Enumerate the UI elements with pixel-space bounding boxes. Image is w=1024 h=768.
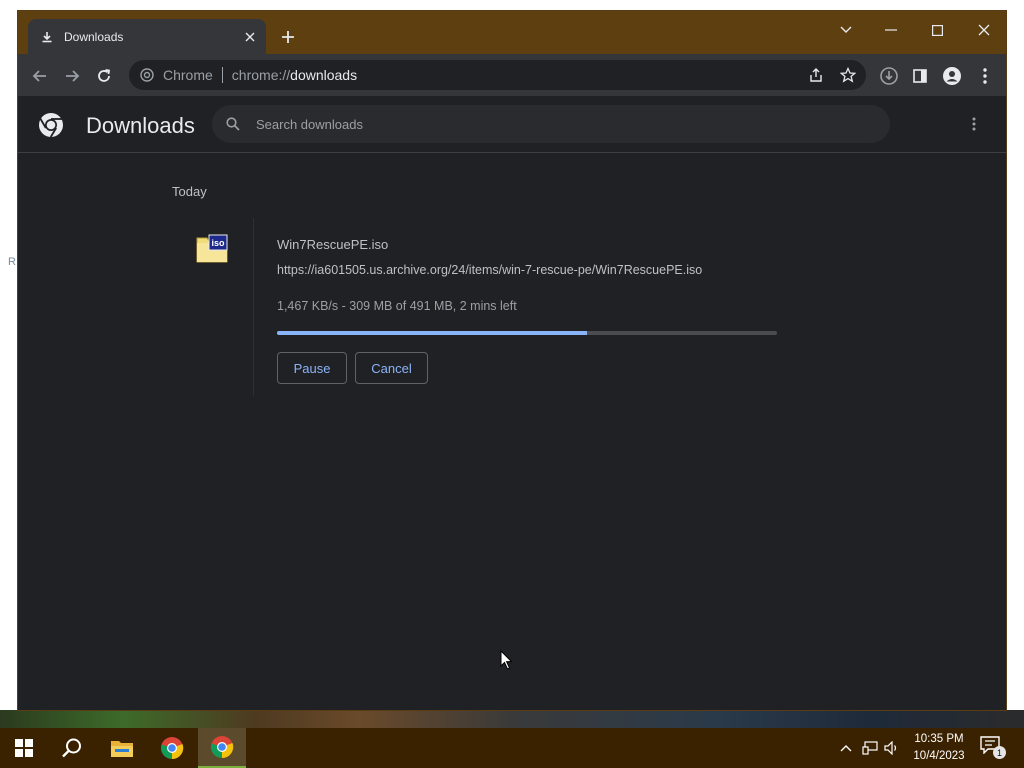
tray-overflow-chevron-icon[interactable] <box>836 738 856 758</box>
side-panel-icon[interactable] <box>908 64 932 88</box>
minimize-icon[interactable] <box>876 16 906 44</box>
page-title: Downloads <box>86 113 195 138</box>
chrome-logo-icon <box>39 113 63 138</box>
chrome-taskbar-icon[interactable] <box>148 728 196 768</box>
download-source-url[interactable]: https://ia601505.us.archive.org/24/items… <box>277 263 702 277</box>
address-bar[interactable]: Chrome chrome:// downloads <box>129 60 866 90</box>
download-icon <box>40 30 54 44</box>
iso-file-icon[interactable]: iso <box>196 234 230 264</box>
page-more-actions-icon[interactable] <box>964 114 984 134</box>
chrome-chip-icon <box>139 67 155 83</box>
search-bar[interactable] <box>212 105 890 143</box>
omnibox-separator <box>221 67 223 83</box>
downloads-toolbar-icon[interactable] <box>877 64 901 88</box>
chrome-taskbar-active-icon[interactable] <box>198 728 246 768</box>
tab-search-chevron-icon[interactable] <box>831 16 861 44</box>
browser-window: Downloads Chrome chrome:// downloads Dow… <box>17 10 1007 711</box>
back-arrow-icon[interactable] <box>28 64 52 88</box>
url-host: downloads <box>290 67 358 83</box>
reload-icon[interactable] <box>92 64 116 88</box>
file-explorer-icon[interactable] <box>98 728 146 768</box>
downloads-header: Downloads <box>18 96 1006 153</box>
omnibox-chip-label: Chrome <box>163 67 213 83</box>
profile-avatar-icon[interactable] <box>940 64 964 88</box>
tab-close-icon[interactable] <box>240 27 260 47</box>
share-icon[interactable] <box>806 65 826 85</box>
cancel-button[interactable]: Cancel <box>355 352 428 384</box>
taskbar-search-icon[interactable] <box>48 728 96 768</box>
notification-count-badge: 1 <box>993 746 1006 759</box>
tab-title: Downloads <box>64 29 124 44</box>
windows-start-icon[interactable] <box>0 728 48 768</box>
close-window-icon[interactable] <box>969 16 999 44</box>
download-status-text: 1,467 KB/s - 309 MB of 491 MB, 2 mins le… <box>277 299 517 313</box>
desktop-edge-text: R <box>8 256 16 268</box>
download-progress-bar <box>277 331 777 335</box>
new-tab-plus-icon[interactable] <box>276 25 300 49</box>
bookmark-star-icon[interactable] <box>838 65 858 85</box>
search-input[interactable] <box>256 105 890 143</box>
windows-taskbar: 10:35 PM 10/4/2023 1 <box>0 728 1024 768</box>
browser-toolbar: Chrome chrome:// downloads <box>18 54 1006 96</box>
forward-arrow-icon[interactable] <box>60 64 84 88</box>
iso-file-icon-label: iso <box>211 238 225 248</box>
maximize-icon[interactable] <box>922 16 952 44</box>
url-scheme: chrome:// <box>231 67 291 83</box>
download-progress-fill <box>277 331 587 335</box>
action-center-icon[interactable]: 1 <box>980 736 1006 760</box>
search-icon <box>224 115 242 133</box>
title-bar: Downloads <box>18 11 1006 54</box>
clock-date: 10/4/2023 <box>913 750 965 762</box>
system-clock[interactable]: 10:35 PM 10/4/2023 <box>906 731 972 765</box>
download-file-name[interactable]: Win7RescuePE.iso <box>277 237 388 252</box>
browser-menu-kebab-icon[interactable] <box>973 64 997 88</box>
network-icon[interactable] <box>860 738 880 758</box>
date-section-header: Today <box>172 184 207 199</box>
pause-button[interactable]: Pause <box>277 352 347 384</box>
desktop-wallpaper-strip <box>0 710 1024 728</box>
clock-time: 10:35 PM <box>914 733 964 745</box>
volume-icon[interactable] <box>882 738 902 758</box>
mouse-cursor-icon <box>500 650 513 670</box>
tab-downloads[interactable]: Downloads <box>28 19 266 54</box>
